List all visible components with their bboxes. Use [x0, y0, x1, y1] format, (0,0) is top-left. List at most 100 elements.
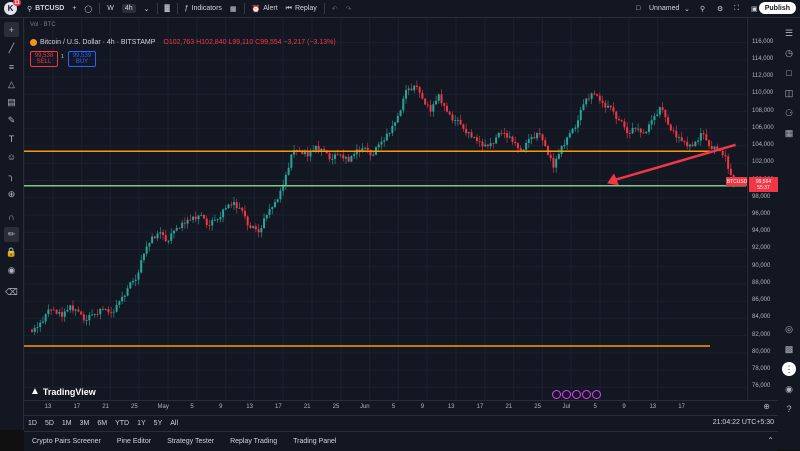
symbol-search-button[interactable]: ⚲ BTCUSD — [23, 0, 68, 17]
magnet-icon[interactable]: ∩ — [4, 209, 19, 224]
event-marker[interactable] — [562, 390, 571, 399]
event-marker[interactable] — [552, 390, 561, 399]
tab-trading-panel[interactable]: Trading Panel — [285, 438, 344, 445]
candle-body — [118, 301, 121, 305]
calendar-icon[interactable]: ▦ — [782, 126, 796, 140]
range-ytd[interactable]: YTD — [111, 420, 133, 427]
event-marker[interactable] — [582, 390, 591, 399]
ohlc-values: O102,763 H102,840 L99,110 C99,554 −3,217… — [163, 39, 335, 46]
fullscreen-icon[interactable]: ⛶ — [730, 0, 743, 17]
candle-body — [443, 103, 446, 106]
bitcoin-icon — [30, 39, 37, 46]
timeframe-weekly[interactable]: W — [103, 0, 118, 17]
publish-button[interactable]: Publish — [758, 2, 796, 14]
alerts-clock-icon[interactable]: ◷ — [782, 46, 796, 60]
emoji-icon[interactable]: ☺ — [4, 149, 19, 164]
candle-body — [235, 202, 238, 209]
range-all[interactable]: All — [166, 420, 182, 427]
fib-icon[interactable]: ≡ — [4, 59, 19, 74]
apps-icon[interactable]: ⋮ — [782, 362, 796, 376]
templates-icon[interactable]: ▦ — [226, 0, 241, 17]
chevron-down-icon[interactable]: ⌄ — [140, 0, 154, 17]
candle-body — [628, 133, 631, 134]
price-tick: 96,000 — [752, 211, 771, 217]
layers-icon[interactable]: ◫ — [782, 86, 796, 100]
candle-body — [568, 133, 571, 138]
candle-body — [219, 217, 222, 220]
brush-icon[interactable]: ✎ — [4, 113, 19, 128]
candle-body — [623, 121, 626, 128]
price-scale[interactable]: 116,000 114,000 112,000 110,000 108,000 106,0… — [747, 18, 779, 415]
date-tick: 9 — [219, 404, 223, 410]
pattern-icon[interactable]: △ — [4, 77, 19, 92]
projection-icon[interactable]: ▤ — [4, 95, 19, 110]
alert-button[interactable]: ⏰ Alert — [248, 0, 282, 17]
buy-button[interactable]: 99,539 BUY — [68, 51, 96, 67]
tab-pine-editor[interactable]: Pine Editor — [109, 438, 159, 445]
compare-add-button[interactable]: + — [68, 0, 80, 17]
tab-replay-trading[interactable]: Replay Trading — [222, 438, 285, 445]
candle-body — [590, 93, 593, 99]
indicators-button[interactable]: ƒ Indicators — [181, 0, 226, 17]
lock-drawing-icon[interactable]: ✏ — [4, 227, 19, 242]
candles-icon[interactable]: ▓ — [161, 0, 174, 17]
tab-strategy-tester[interactable]: Strategy Tester — [159, 438, 222, 445]
chart-pane[interactable] — [24, 18, 746, 415]
replay-button[interactable]: ⏮ Replay — [282, 0, 321, 17]
range-5y[interactable]: 5Y — [150, 420, 167, 427]
watchlist-icon[interactable]: ☰ — [782, 26, 796, 40]
tab-crypto-pairs-screener[interactable]: Crypto Pairs Screener — [24, 438, 109, 445]
settings-icon[interactable]: ⚙ — [713, 0, 727, 17]
chat-icon[interactable]: □ — [782, 66, 796, 80]
candle-body — [80, 311, 83, 315]
data-window-icon[interactable]: ▩ — [782, 342, 796, 356]
watch-icon[interactable]: ◯ — [80, 0, 96, 17]
trend-line-icon[interactable]: ╱ — [4, 41, 19, 56]
time-scale[interactable]: ⊕ 13 17 21 25 May 5 9 13 17 21 25 Jun 5 9 13 17 21 25 Jul 5… — [24, 400, 778, 415]
lock-icon[interactable]: 🔒 — [4, 245, 19, 260]
layout-icon[interactable]: □ — [632, 0, 644, 17]
quick-search-icon[interactable]: ⚲ — [696, 0, 709, 17]
range-6m[interactable]: 6M — [93, 420, 111, 427]
help-icon[interactable]: ? — [782, 402, 796, 416]
candle-body — [541, 134, 544, 141]
candle-body — [317, 146, 320, 151]
candle-body — [82, 314, 85, 321]
timeframe-4h[interactable]: 4h — [118, 0, 140, 17]
stream-icon[interactable]: ◉ — [782, 382, 796, 396]
price-tick: 116,000 — [752, 38, 774, 45]
range-1y[interactable]: 1Y — [133, 420, 150, 427]
event-marker[interactable] — [592, 390, 601, 399]
event-marker[interactable] — [572, 390, 581, 399]
scale-settings-icon[interactable]: ⊕ — [763, 402, 770, 411]
clock[interactable]: 21:04:22 UTC+5:30 — [713, 419, 774, 426]
trash-icon[interactable]: ⌫ — [4, 285, 19, 300]
layout-name[interactable]: Unnamed — [645, 0, 683, 17]
user-avatar[interactable]: K 11 — [4, 0, 21, 15]
zoom-in-icon[interactable]: ⊕ — [4, 187, 19, 202]
candle-body — [620, 120, 623, 122]
range-1m[interactable]: 1M — [58, 420, 76, 427]
candle-body — [462, 124, 465, 129]
crosshair-icon[interactable]: + — [4, 22, 19, 37]
candle-body — [148, 243, 151, 247]
candle-body — [577, 120, 579, 128]
chevron-up-icon[interactable]: ⌃ — [767, 436, 774, 445]
undo-icon[interactable]: ↶ — [328, 0, 342, 17]
target-icon[interactable]: ◎ — [782, 322, 796, 336]
sell-button[interactable]: 99,538 SELL — [30, 51, 58, 67]
price-chart[interactable] — [24, 18, 746, 400]
ruler-icon[interactable]: ╮ — [4, 169, 19, 184]
range-3m[interactable]: 3M — [76, 420, 94, 427]
candle-body — [688, 144, 691, 147]
eye-icon[interactable]: ◉ — [4, 263, 19, 278]
chevron-down-icon[interactable]: ⌄ — [680, 0, 694, 17]
date-tick: 13 — [447, 404, 455, 410]
ideas-icon[interactable]: ⚆ — [782, 106, 796, 120]
redo-icon[interactable]: ↷ — [342, 0, 356, 17]
range-5d[interactable]: 5D — [41, 420, 58, 427]
range-1d[interactable]: 1D — [24, 420, 41, 427]
search-icon: ⚲ — [27, 5, 33, 13]
tradingview-watermark: ▲ TradingView — [30, 386, 96, 397]
text-icon[interactable]: T — [4, 131, 19, 146]
